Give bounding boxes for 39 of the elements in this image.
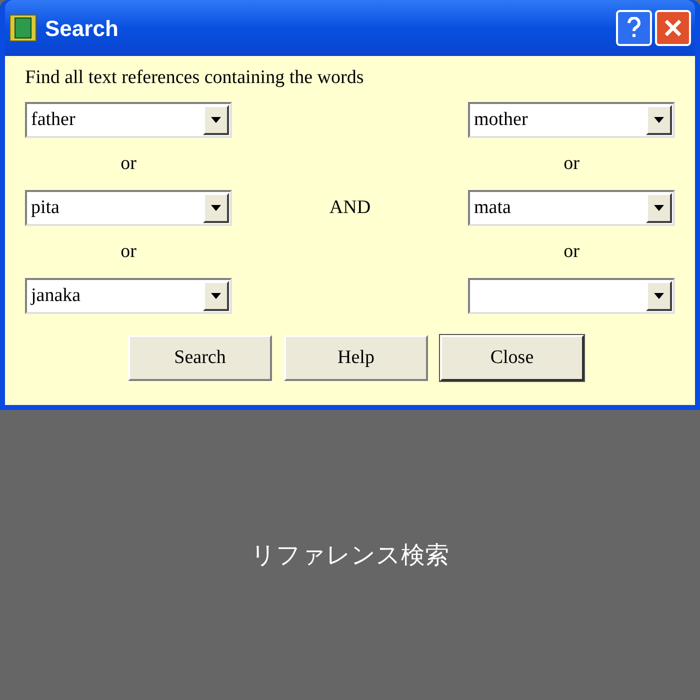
field-value: mother — [472, 108, 529, 132]
caret-down-icon — [211, 293, 221, 299]
or-label: or — [120, 240, 136, 264]
dropdown-button[interactable] — [646, 281, 672, 311]
dialog-button[interactable]: Search — [128, 335, 272, 381]
question-mark-icon — [626, 17, 642, 39]
window-title: Search — [45, 14, 120, 42]
or-label: or — [120, 152, 136, 176]
book-icon — [9, 14, 37, 42]
dropdown-field[interactable]: janaka — [25, 278, 232, 314]
caret-down-icon — [654, 293, 664, 299]
field-value: janaka — [30, 284, 82, 308]
dialog-button[interactable]: Help — [284, 335, 428, 381]
field-value: pita — [30, 196, 60, 220]
dropdown-button[interactable] — [203, 281, 229, 311]
caret-down-icon — [211, 205, 221, 211]
caret-down-icon — [654, 205, 664, 211]
dropdown-button[interactable] — [646, 193, 672, 223]
dialog-button[interactable]: Close — [440, 335, 584, 381]
close-title-button[interactable] — [655, 10, 691, 46]
dropdown-field[interactable]: pita — [25, 190, 232, 226]
dropdown-button[interactable] — [646, 105, 672, 135]
dropdown-button[interactable] — [203, 193, 229, 223]
caption: リファレンス検索 — [251, 540, 449, 571]
dropdown-field[interactable]: father — [25, 102, 232, 138]
prompt-text: Find all text references containing the words — [25, 66, 365, 90]
dropdown-field[interactable]: mother — [468, 102, 675, 138]
caret-down-icon — [211, 117, 221, 123]
or-label: or — [564, 152, 580, 176]
close-icon — [663, 18, 683, 38]
or-label: or — [564, 240, 580, 264]
and-label: AND — [329, 196, 371, 220]
dropdown-button[interactable] — [203, 105, 229, 135]
dropdown-field[interactable] — [468, 278, 675, 314]
field-value: mata — [472, 196, 512, 220]
dropdown-field[interactable]: mata — [468, 190, 675, 226]
field-value: father — [30, 108, 76, 132]
help-title-button[interactable] — [616, 10, 652, 46]
caret-down-icon — [654, 117, 664, 123]
